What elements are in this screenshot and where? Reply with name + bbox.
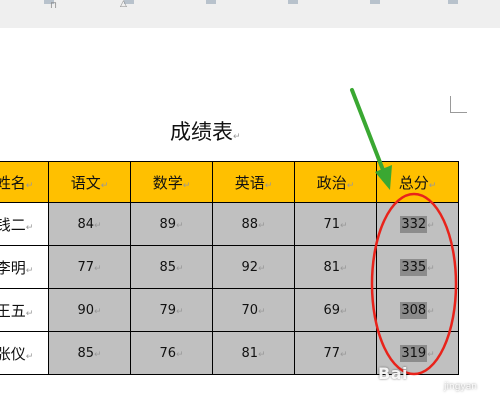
annotation-overlay [350, 88, 458, 376]
baidu-watermark: Bai [378, 364, 408, 383]
green-arrow-shaft [350, 88, 385, 172]
green-arrow-head-icon [375, 165, 392, 190]
red-highlight-ellipse [370, 192, 458, 376]
baidu-watermark-sub: jingyan [444, 382, 477, 392]
